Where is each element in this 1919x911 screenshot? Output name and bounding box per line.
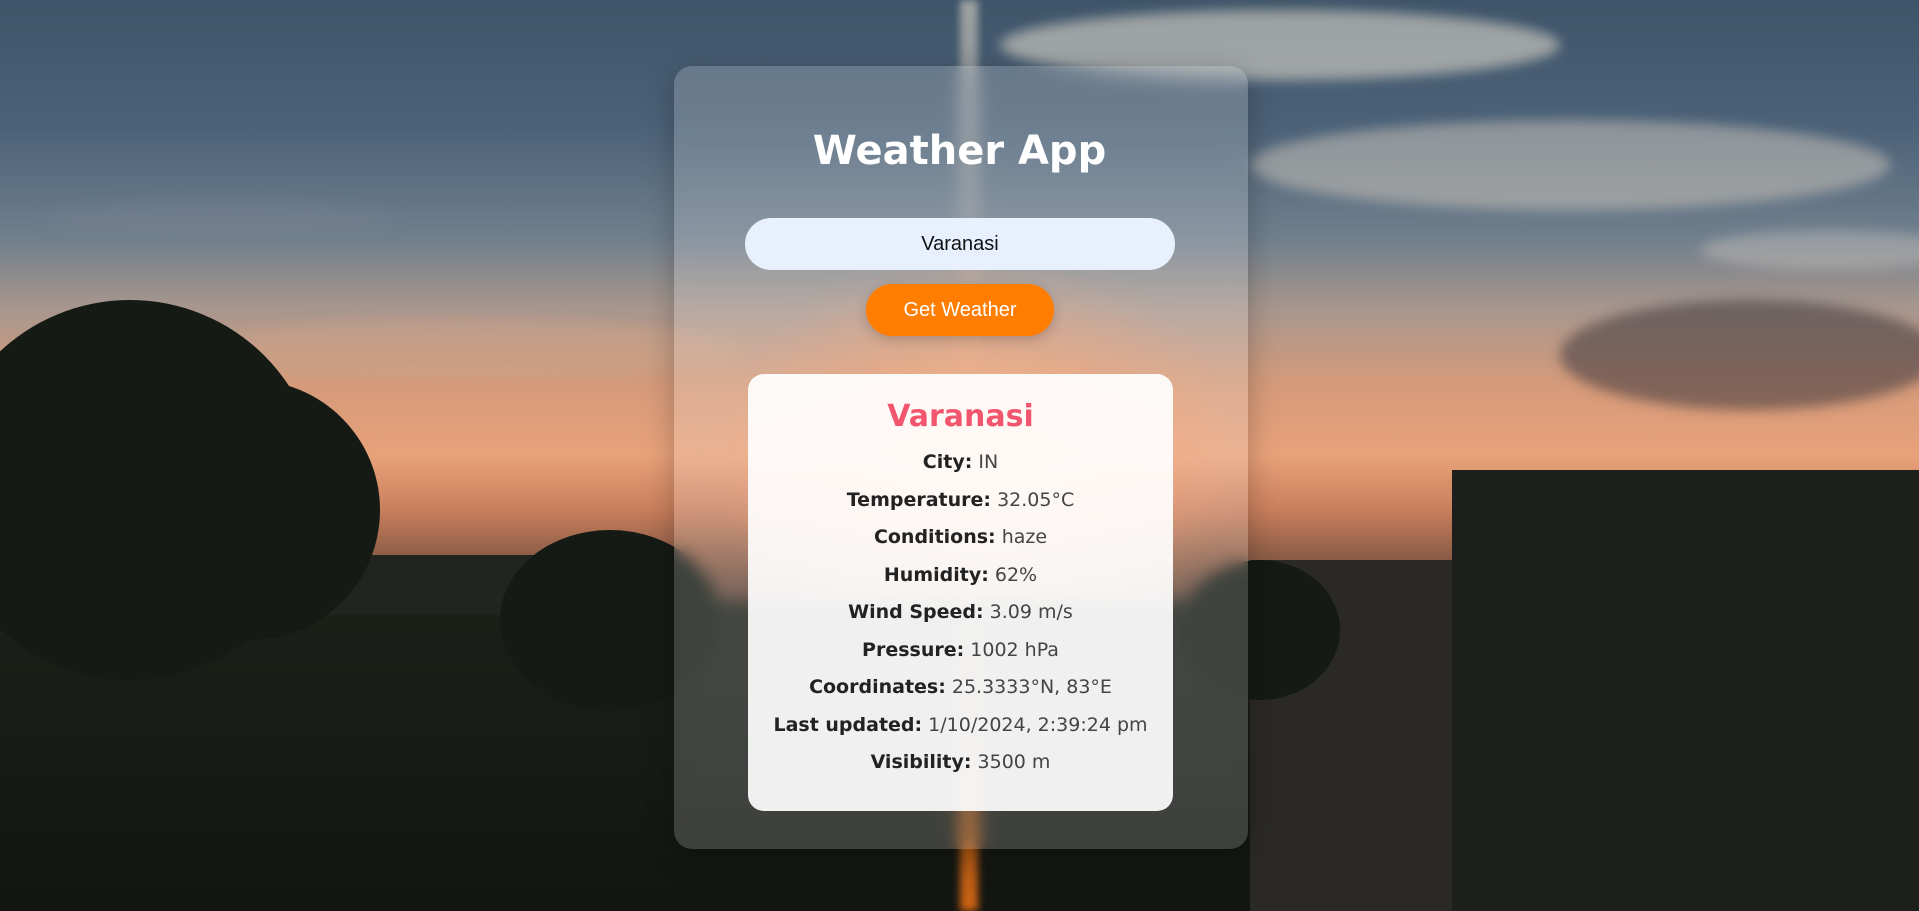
detail-value: 62% — [994, 563, 1038, 586]
detail-row-pressure: Pressure: 1002 hPa — [748, 637, 1173, 675]
detail-label: Wind Speed: — [848, 601, 984, 623]
weather-details: City: IN Temperature: 32.05°C Conditions… — [748, 449, 1173, 787]
detail-value: 3500 m — [977, 751, 1051, 773]
detail-value: 32.05°C — [997, 488, 1075, 511]
detail-value: 3.09 m/s — [989, 601, 1073, 623]
detail-row-conditions: Conditions: haze — [748, 524, 1173, 562]
detail-value: haze — [1001, 526, 1048, 548]
detail-label: Pressure: — [862, 638, 965, 661]
detail-label: Coordinates: — [809, 676, 946, 698]
city-heading: Varanasi — [887, 399, 1034, 434]
detail-value: 1/10/2024, 2:39:24 pm — [928, 713, 1148, 736]
detail-label: Temperature: — [846, 488, 992, 511]
detail-label: Humidity: — [883, 563, 989, 586]
get-weather-button[interactable]: Get Weather — [866, 284, 1054, 336]
city-search-input[interactable] — [745, 218, 1175, 270]
cloud — [40, 200, 400, 240]
detail-row-humidity: Humidity: 62% — [748, 562, 1173, 600]
detail-row-coordinates: Coordinates: 25.3333°N, 83°E — [748, 674, 1173, 712]
detail-value: 1002 hPa — [970, 638, 1059, 661]
detail-row-last-updated: Last updated: 1/10/2024, 2:39:24 pm — [748, 712, 1173, 750]
detail-row-temperature: Temperature: 32.05°C — [748, 487, 1173, 525]
detail-label: Conditions: — [873, 526, 996, 548]
detail-value: 25.3333°N, 83°E — [951, 676, 1112, 698]
building-silhouette — [1452, 470, 1919, 911]
detail-row-city: City: IN — [748, 449, 1173, 487]
tree-silhouette — [120, 380, 380, 640]
cloud — [1700, 230, 1919, 270]
detail-label: Last updated: — [773, 713, 923, 736]
detail-row-wind-speed: Wind Speed: 3.09 m/s — [748, 599, 1173, 637]
detail-value: IN — [978, 451, 999, 473]
detail-label: City: — [922, 451, 973, 473]
cloud — [1560, 300, 1919, 410]
detail-label: Visibility: — [870, 751, 972, 773]
page-title: Weather App — [812, 128, 1107, 174]
detail-row-visibility: Visibility: 3500 m — [748, 749, 1173, 787]
